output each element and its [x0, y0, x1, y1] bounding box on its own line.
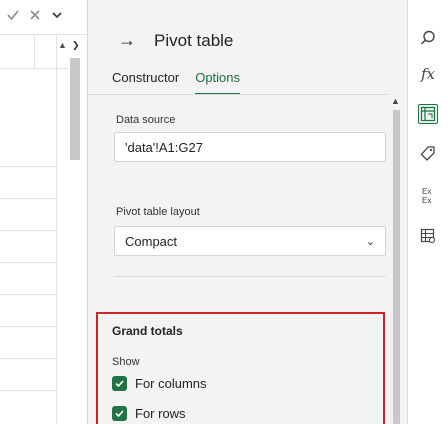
panel-header: → Pivot table: [88, 0, 407, 66]
svg-text:Ex: Ex: [422, 187, 431, 196]
for-columns-label: For columns: [135, 376, 207, 391]
tab-options[interactable]: Options: [195, 70, 241, 95]
scroll-up-icon[interactable]: ▲: [391, 96, 400, 106]
formula-icon[interactable]: fx: [418, 64, 438, 84]
spreadsheet-area: ▲ ❯: [0, 0, 88, 424]
formula-bar-controls: [6, 8, 64, 22]
right-toolbar: fx Ex Ex: [408, 0, 448, 424]
options-content: Data source 'data'!A1:G27 Pivot table la…: [88, 96, 408, 424]
panel-title: → Pivot table: [118, 30, 233, 51]
for-rows-option[interactable]: For rows: [112, 406, 186, 421]
panel-tabs: Constructor Options: [112, 70, 241, 95]
chevron-down-icon: ⌄: [365, 236, 375, 248]
data-source-field[interactable]: 'data'!A1:G27: [114, 132, 386, 162]
grand-totals-section: Grand totals Show For columns For rows: [96, 312, 385, 424]
for-columns-option[interactable]: For columns: [112, 376, 207, 391]
checkbox-checked-icon[interactable]: [112, 406, 127, 421]
layout-select[interactable]: Compact ⌄: [114, 226, 386, 256]
tabs-divider: [88, 94, 388, 95]
check-icon[interactable]: [6, 8, 20, 22]
checkbox-checked-icon[interactable]: [112, 376, 127, 391]
arrow-right-icon[interactable]: →: [118, 30, 136, 51]
close-icon[interactable]: [28, 8, 42, 22]
tag-icon[interactable]: [418, 144, 438, 164]
pivot-table-panel: → Pivot table Constructor Options Data s…: [88, 0, 408, 424]
table-settings-icon[interactable]: [418, 226, 438, 246]
text-transform-icon[interactable]: Ex Ex: [418, 186, 438, 206]
scroll-up-icon[interactable]: ▲: [58, 40, 67, 50]
layout-value: Compact: [125, 233, 178, 249]
chevron-down-icon[interactable]: [50, 8, 64, 22]
section-divider: [114, 276, 386, 277]
tab-constructor[interactable]: Constructor: [112, 70, 179, 95]
panel-scrollbar[interactable]: ▲: [390, 96, 402, 424]
chevron-right-icon[interactable]: ❯: [72, 40, 80, 51]
scroll-thumb[interactable]: [393, 110, 400, 424]
svg-text:Ex: Ex: [422, 196, 431, 205]
panel-title-text: Pivot table: [154, 30, 234, 50]
sheet-scrollbar[interactable]: [70, 58, 80, 160]
search-icon[interactable]: [418, 28, 438, 48]
show-label: Show: [112, 356, 140, 368]
data-source-value: 'data'!A1:G27: [125, 139, 203, 155]
for-rows-label: For rows: [135, 406, 186, 421]
data-source-label: Data source: [116, 114, 176, 126]
pivot-table-icon[interactable]: [418, 104, 438, 124]
grand-totals-title: Grand totals: [112, 324, 183, 338]
layout-label: Pivot table layout: [116, 206, 200, 218]
